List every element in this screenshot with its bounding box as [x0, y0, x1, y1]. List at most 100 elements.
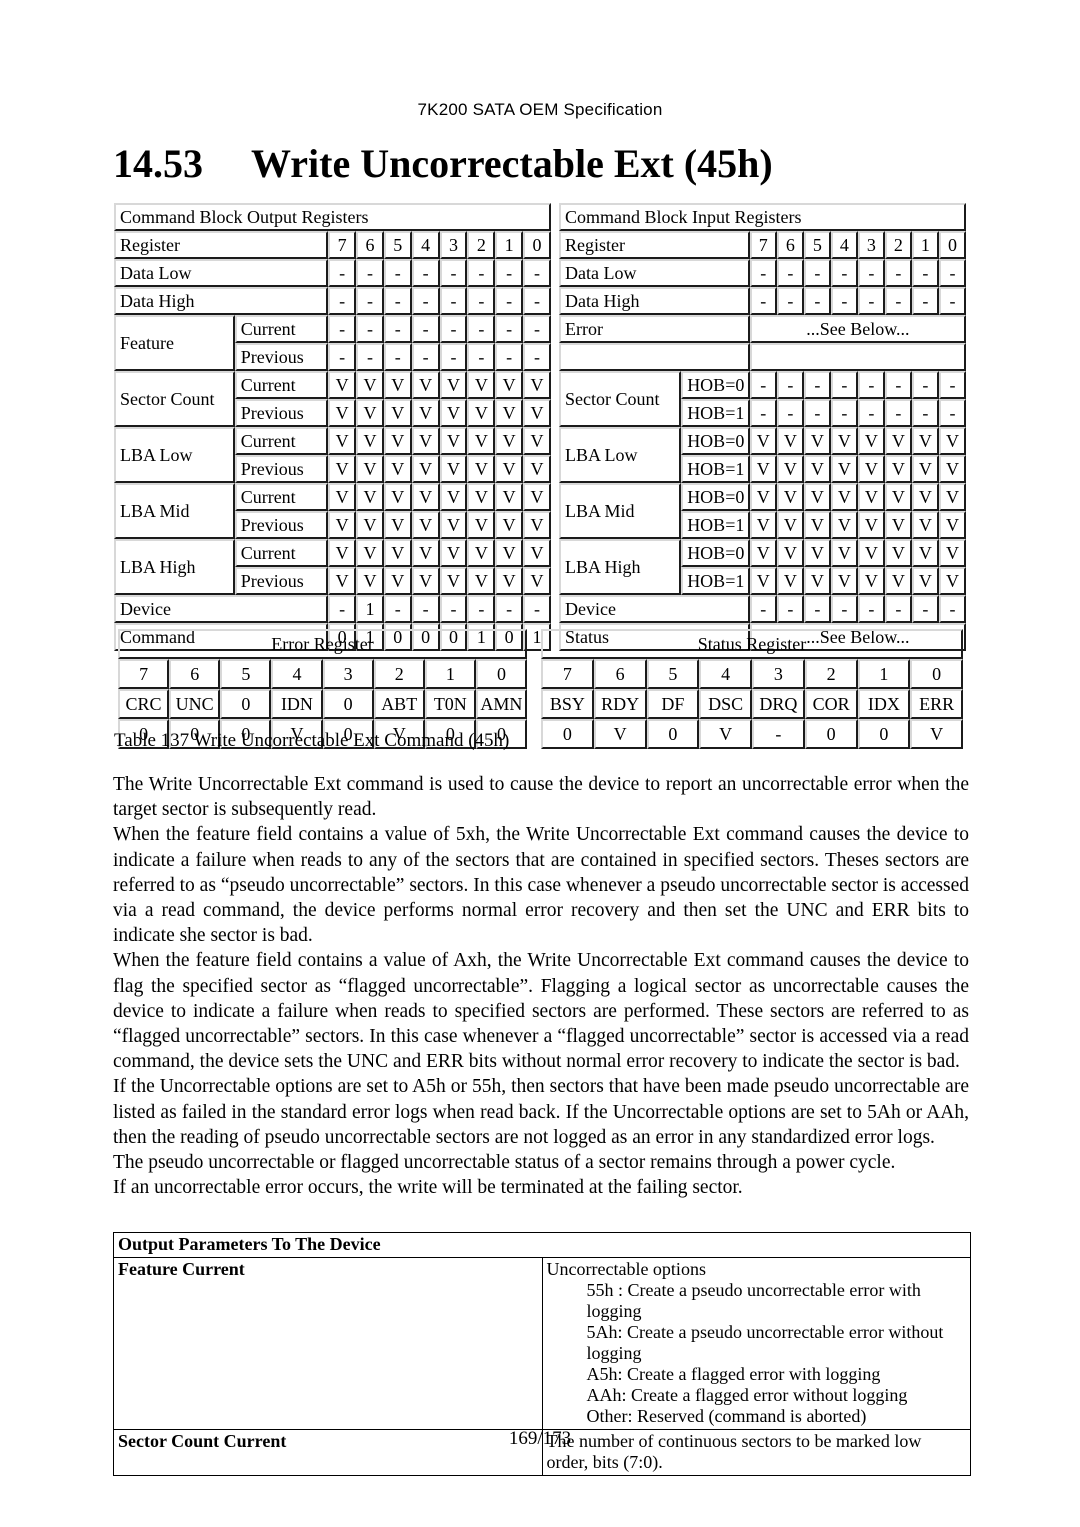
bit-value-0: V: [523, 399, 551, 427]
table-row: LBA High Current V V V V V V V V: [114, 539, 551, 595]
table-caption: Table 137 Write Uncorrectable Ext Comman…: [114, 730, 510, 751]
status-register-table: Status Register 7 6 5 4 3 2 1 0 BSY RDY DF DSC DRQ COR…: [541, 629, 963, 749]
table-row: LBA High HOB=0 V V V V V V V V: [559, 539, 966, 595]
bit-index-0: 0: [938, 231, 966, 259]
error-register-name-4: 0: [322, 689, 374, 719]
status-register-value-7: V: [910, 719, 963, 749]
bit-value-0: V: [938, 427, 966, 455]
body-text: The Write Uncorrectable Ext command is u…: [113, 772, 969, 1200]
bit-value-4: -: [411, 287, 440, 315]
table-row: 0V0V-00V: [541, 719, 963, 749]
bit-value-6: V: [776, 511, 804, 539]
bit-value-1: -: [495, 287, 524, 315]
paragraph: When the feature field contains a value …: [113, 950, 969, 1073]
bit-value-5: V: [383, 483, 412, 511]
bit-value-3: -: [857, 595, 885, 623]
bit-value-1: V: [911, 511, 939, 539]
bit-value-4: -: [411, 259, 440, 287]
register-subfield: HOB=1: [681, 455, 750, 483]
bit-value-4: -: [830, 399, 858, 427]
register-subfield: HOB=0: [681, 371, 750, 399]
feature-current-value: Uncorrectable options 55h : Create a pse…: [541, 1257, 971, 1430]
status-register-name-1: RDY: [593, 689, 647, 719]
bit-index-4: 4: [830, 231, 858, 259]
bit-value-0: -: [938, 595, 966, 623]
bit-value-6: -: [356, 259, 384, 287]
register-name: Sector Count: [114, 371, 235, 427]
table-row: [559, 343, 966, 371]
bit-value-0: -: [938, 287, 966, 315]
bit-value-4: -: [830, 259, 858, 287]
bit-value-2: -: [884, 595, 912, 623]
bit-value-6: V: [356, 567, 384, 595]
bit-value-5: -: [383, 315, 412, 343]
bit-value-6: -: [776, 399, 804, 427]
bit-value-0: -: [938, 259, 966, 287]
bit-value-6: V: [776, 455, 804, 483]
bit-value-4: V: [411, 455, 440, 483]
bit-index-1: 1: [495, 231, 524, 259]
register-subfield: HOB=1: [681, 511, 750, 539]
bit-value-7: V: [328, 567, 357, 595]
bit-value-5: -: [383, 287, 412, 315]
bit-value-6: V: [776, 427, 804, 455]
paragraph: If the Uncorrectable options are set to …: [113, 1076, 969, 1148]
bit-value-0: V: [523, 483, 551, 511]
feature-option: AAh: Create a flagged error without logg…: [586, 1385, 908, 1405]
bit-value-1: V: [495, 483, 524, 511]
bit-value-0: -: [938, 371, 966, 399]
bit-value-6: V: [776, 483, 804, 511]
register-subfield: HOB=0: [681, 427, 750, 455]
bit-value-6: V: [356, 455, 384, 483]
page-title: 14.53 Write Uncorrectable Ext (45h): [113, 140, 973, 187]
error-register-name-1: UNC: [169, 689, 221, 719]
bit-value-7: -: [328, 343, 357, 371]
bit-value-3: V: [857, 483, 885, 511]
bit-value-5: V: [383, 399, 412, 427]
bit-value-6: V: [356, 483, 384, 511]
bit-value-1: -: [911, 371, 939, 399]
bit-value-1: V: [911, 539, 939, 567]
table-row: Error ...See Below...: [559, 315, 966, 343]
table-row: LBA Mid Current V V V V V V V V: [114, 483, 551, 539]
bit-value-5: -: [803, 595, 831, 623]
error-register-title: Error Register: [118, 629, 527, 659]
bit-value-1: V: [495, 455, 524, 483]
error-register-bit-0: 7: [118, 659, 170, 689]
bit-value-4: V: [830, 483, 858, 511]
bit-value-3: -: [857, 399, 885, 427]
bit-value-1: V: [495, 371, 524, 399]
status-register-name-0: BSY: [541, 689, 594, 719]
bit-value-5: -: [803, 399, 831, 427]
input-registers-table: Command Block Input Registers Register 7 6 5…: [559, 203, 966, 651]
bit-value-3: V: [857, 567, 885, 595]
bit-value-0: V: [938, 567, 966, 595]
bit-header-label: Register: [559, 231, 750, 259]
bit-value-3: V: [857, 427, 885, 455]
register-subfield: HOB=1: [681, 399, 750, 427]
status-register-value-2: 0: [646, 719, 700, 749]
status-register-name-3: DSC: [699, 689, 752, 719]
bit-value-3: V: [439, 399, 468, 427]
bit-value-2: V: [467, 399, 496, 427]
bit-value-3: -: [439, 287, 468, 315]
bit-value-1: -: [911, 399, 939, 427]
command-block-registers: Command Block Output Registers Register 7 6…: [114, 203, 966, 651]
table-row: Feature Current - - - - - - - -: [114, 315, 551, 371]
bit-value-7: -: [749, 595, 777, 623]
bit-value-7: -: [328, 287, 357, 315]
bit-value-5: V: [803, 427, 831, 455]
bit-value-6: -: [356, 287, 384, 315]
table-row: CRC UNC 0 IDN 0 ABT T0N AMN: [118, 689, 527, 719]
table-row: Register 7 6 5 4 3 2 1 0: [559, 231, 966, 259]
status-register-bit-1: 6: [593, 659, 647, 689]
bit-value-7: V: [328, 483, 357, 511]
status-register-bit-6: 1: [857, 659, 911, 689]
table-row: Data Low - - - - - - - -: [114, 259, 551, 287]
bit-value-0: V: [523, 427, 551, 455]
bit-value-1: -: [495, 595, 524, 623]
bit-value-2: V: [467, 567, 496, 595]
register-subfield: Current: [234, 315, 329, 343]
paragraph: The Write Uncorrectable Ext command is u…: [113, 774, 969, 821]
status-register-name-4: DRQ: [752, 689, 805, 719]
